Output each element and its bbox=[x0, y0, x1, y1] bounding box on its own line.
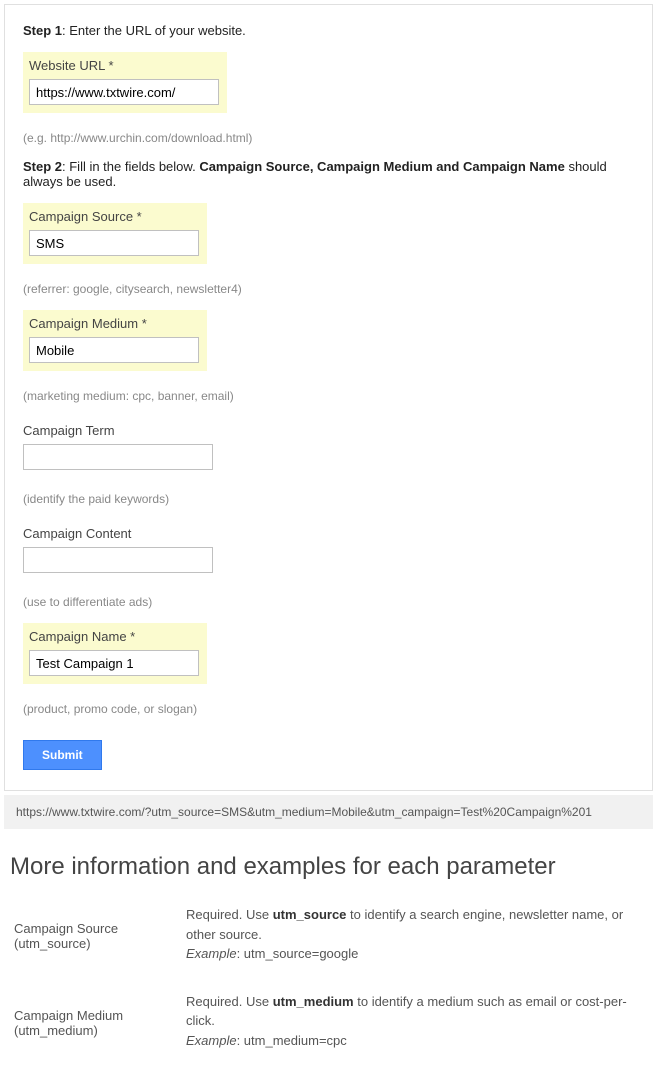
campaign-medium-input[interactable] bbox=[29, 337, 199, 363]
param-name-medium: Campaign Medium (utm_medium) bbox=[14, 992, 186, 1051]
step1-intro: Step 1: Enter the URL of your website. bbox=[23, 23, 634, 38]
param-name-source: Campaign Source (utm_source) bbox=[14, 905, 186, 964]
campaign-source-input[interactable] bbox=[29, 230, 199, 256]
submit-button[interactable]: Submit bbox=[23, 740, 102, 770]
step2-bold: Campaign Source, Campaign Medium and Cam… bbox=[199, 159, 565, 174]
website-url-input[interactable] bbox=[29, 79, 219, 105]
campaign-medium-label: Campaign Medium * bbox=[29, 316, 199, 331]
parameters-section-title: More information and examples for each p… bbox=[10, 853, 657, 881]
step1-text: : Enter the URL of your website. bbox=[62, 23, 246, 38]
website-url-hint: (e.g. http://www.urchin.com/download.htm… bbox=[23, 131, 634, 145]
campaign-term-hint: (identify the paid keywords) bbox=[23, 492, 634, 506]
parameters-table: Campaign Source (utm_source) Required. U… bbox=[0, 905, 657, 1050]
campaign-content-hint: (use to differentiate ads) bbox=[23, 595, 634, 609]
campaign-source-group: Campaign Source * bbox=[23, 203, 207, 264]
website-url-group: Website URL * bbox=[23, 52, 227, 113]
step2-text1: : Fill in the fields below. bbox=[62, 159, 199, 174]
campaign-term-input[interactable] bbox=[23, 444, 213, 470]
campaign-term-group: Campaign Term bbox=[23, 417, 634, 478]
website-url-label: Website URL * bbox=[29, 58, 219, 73]
url-builder-form: Step 1: Enter the URL of your website. W… bbox=[4, 4, 653, 791]
step1-label: Step 1 bbox=[23, 23, 62, 38]
campaign-content-label: Campaign Content bbox=[23, 526, 634, 541]
step2-intro: Step 2: Fill in the fields below. Campai… bbox=[23, 159, 634, 189]
param-desc-medium: Required. Use utm_medium to identify a m… bbox=[186, 992, 647, 1051]
campaign-content-group: Campaign Content bbox=[23, 520, 634, 581]
campaign-term-label: Campaign Term bbox=[23, 423, 634, 438]
campaign-medium-hint: (marketing medium: cpc, banner, email) bbox=[23, 389, 634, 403]
campaign-medium-group: Campaign Medium * bbox=[23, 310, 207, 371]
param-desc-source: Required. Use utm_source to identify a s… bbox=[186, 905, 647, 964]
campaign-name-input[interactable] bbox=[29, 650, 199, 676]
param-row-source: Campaign Source (utm_source) Required. U… bbox=[14, 905, 647, 964]
generated-url-output: https://www.txtwire.com/?utm_source=SMS&… bbox=[4, 795, 653, 829]
campaign-source-hint: (referrer: google, citysearch, newslette… bbox=[23, 282, 634, 296]
step2-label: Step 2 bbox=[23, 159, 62, 174]
campaign-name-label: Campaign Name * bbox=[29, 629, 199, 644]
param-row-medium: Campaign Medium (utm_medium) Required. U… bbox=[14, 992, 647, 1051]
campaign-content-input[interactable] bbox=[23, 547, 213, 573]
campaign-name-group: Campaign Name * bbox=[23, 623, 207, 684]
campaign-source-label: Campaign Source * bbox=[29, 209, 199, 224]
campaign-name-hint: (product, promo code, or slogan) bbox=[23, 702, 634, 716]
